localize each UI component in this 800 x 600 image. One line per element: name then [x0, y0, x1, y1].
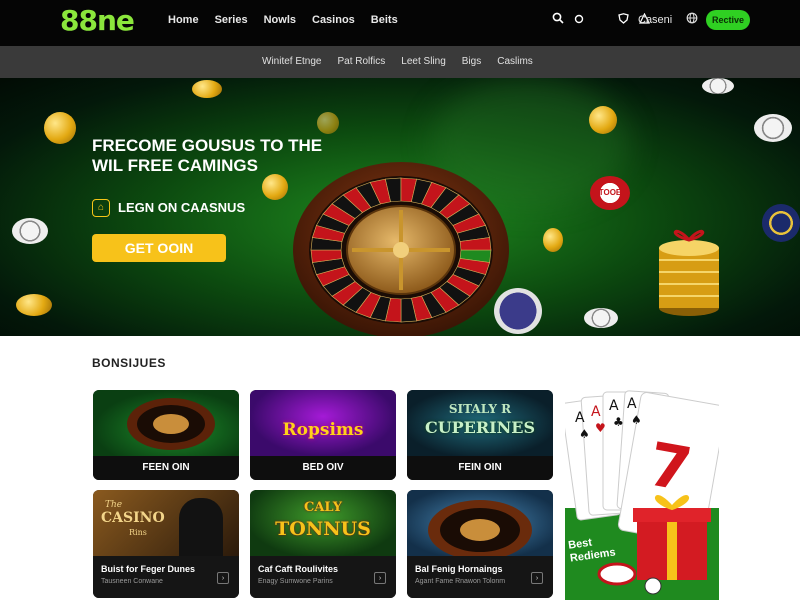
promo-card[interactable]: CALY TONNUS Caf Caft Roulivites Enagy Su…	[250, 490, 396, 598]
subnav-item-pat-rolfics[interactable]: Pat Rolfics	[337, 56, 385, 67]
promo-card-subtitle: Enagy Sumwone Parins	[258, 578, 333, 585]
poker-chip-decoration	[702, 78, 734, 94]
expand-icon[interactable]: ›	[374, 572, 386, 584]
svg-text:A: A	[575, 410, 585, 426]
category-subnav: Winitef Etnge Pat Rolfics Leet Sling Big…	[0, 46, 800, 78]
bonus-card-label: FEIN OIN	[407, 456, 553, 480]
svg-text:A: A	[609, 398, 619, 414]
nav-item-casinos[interactable]: Casinos	[312, 14, 355, 26]
bonus-card-label: FEEN OIN	[93, 456, 239, 480]
expand-icon[interactable]: ›	[531, 572, 543, 584]
side-promo-image[interactable]: A A A A ♠ ♥ ♣ ♠ 7 Best Rediems	[565, 388, 719, 600]
promo-card-footer: Bal Fenig Hornaings Agant Fame Rnawon To…	[407, 556, 553, 598]
expand-icon[interactable]: ›	[217, 572, 229, 584]
bonus-card[interactable]: SITALY R CUPERINES FEIN OIN	[407, 390, 553, 480]
promo-card[interactable]: Bal Fenig Hornaings Agant Fame Rnawon To…	[407, 490, 553, 598]
top-navigation-bar: 88ne Home Series Nowls Casinos Beits Cas…	[0, 0, 800, 46]
roulette-thumbnail	[93, 390, 239, 456]
get-join-button[interactable]: GET OOIN	[92, 234, 226, 262]
bonus-card-art-title-top: SITALY R	[448, 402, 512, 416]
host-figure	[179, 498, 223, 556]
bonus-card-art-title-top: CALY	[303, 500, 343, 515]
promo-card[interactable]: The CASINO Rins Buist for Feger Dunes Ta…	[93, 490, 239, 598]
poker-chip-decoration	[754, 114, 792, 142]
promo-card-subtitle: Tausneen Conwane	[101, 578, 163, 585]
slot-machine-icon	[494, 288, 542, 334]
site-logo[interactable]: 88ne	[60, 4, 135, 37]
red-chip: TOOE	[590, 176, 630, 210]
poker-chip-decoration	[762, 204, 800, 242]
coin-stack-image	[656, 228, 722, 318]
coin-decoration	[543, 228, 563, 252]
main-nav: Home Series Nowls Casinos Beits	[168, 14, 398, 26]
casino-link[interactable]: Caseni	[638, 14, 672, 26]
shield-icon[interactable]	[618, 12, 629, 27]
svg-text:♠: ♠	[579, 427, 590, 441]
promo-card-title: Caf Caft Roulivites	[258, 564, 339, 574]
promo-card-subtitle: Agant Fame Rnawon Tolonm	[415, 578, 506, 585]
coin-decoration	[44, 112, 76, 144]
top-icon-group	[552, 12, 650, 27]
casino-host-thumbnail: The CASINO Rins	[93, 490, 239, 556]
wallet-icon: ⌂	[92, 199, 110, 217]
promo-card-title: Buist for Feger Dunes	[101, 564, 196, 574]
coin-decoration	[589, 106, 617, 134]
bonus-card-art-sub: Rins	[129, 528, 147, 537]
hero-subtitle: LEGN ON CAASNUS	[118, 200, 246, 215]
bonus-card-art-title: CASINO	[101, 510, 165, 526]
promo-card-footer: Caf Caft Roulivites Enagy Sumwone Parins…	[250, 556, 396, 598]
bonuses-section-title: BONSIJUES	[92, 356, 166, 370]
nav-item-bets[interactable]: Beits	[371, 14, 398, 26]
promo-card-footer: Buist for Feger Dunes Tausneen Conwane ›	[93, 556, 239, 598]
join-button[interactable]: Rective	[706, 10, 750, 30]
slots-thumbnail: Ropsims	[250, 390, 396, 456]
promo-card-title: Bal Fenig Hornaings	[415, 564, 503, 574]
bonus-card[interactable]: FEEN OIN	[93, 390, 239, 480]
coin-decoration	[16, 294, 52, 316]
svg-text:A: A	[627, 396, 637, 412]
slots-thumbnail: SITALY R CUPERINES	[407, 390, 553, 456]
svg-text:♠: ♠	[631, 413, 642, 427]
coin-decoration	[192, 80, 222, 98]
roulette-thumbnail	[407, 490, 553, 560]
chat-icon[interactable]	[574, 13, 584, 27]
subnav-item-bigs[interactable]: Bigs	[462, 56, 481, 67]
bonus-card-art-title: CUPERINES	[424, 418, 536, 437]
subnav-items: Winitef Etnge Pat Rolfics Leet Sling Big…	[262, 56, 533, 67]
poker-chip-decoration	[584, 308, 618, 328]
bonus-card-label: BED OIV	[250, 456, 396, 480]
subnav-item-leet-sling[interactable]: Leet Sling	[401, 56, 445, 67]
coin-decoration	[262, 174, 288, 200]
nav-item-series[interactable]: Series	[215, 14, 248, 26]
roulette-wheel-image	[290, 152, 512, 336]
bonus-card[interactable]: Ropsims BED OIV	[250, 390, 396, 480]
globe-icon[interactable]	[686, 12, 698, 27]
bonus-card-art-title-top: The	[105, 500, 123, 510]
casino-title-thumbnail: CALY TONNUS	[250, 490, 396, 556]
search-icon[interactable]	[552, 12, 564, 27]
coin-decoration	[317, 112, 339, 134]
subnav-item-caslims[interactable]: Caslims	[497, 56, 533, 67]
hero-banner: TOOE FRECOME GOUSUS TO THE WIL FREE CAMI…	[0, 78, 800, 336]
poker-chip-decoration	[12, 218, 48, 244]
svg-text:A: A	[591, 404, 601, 420]
subnav-item-winitef[interactable]: Winitef Etnge	[262, 56, 321, 67]
bonus-card-art-title: TONNUS	[275, 518, 371, 540]
bonus-card-art-title: Ropsims	[282, 420, 364, 440]
svg-text:♣: ♣	[613, 415, 624, 429]
nav-item-home[interactable]: Home	[168, 14, 199, 26]
nav-item-nowls[interactable]: Nowls	[264, 14, 296, 26]
svg-text:♥: ♥	[595, 421, 606, 435]
